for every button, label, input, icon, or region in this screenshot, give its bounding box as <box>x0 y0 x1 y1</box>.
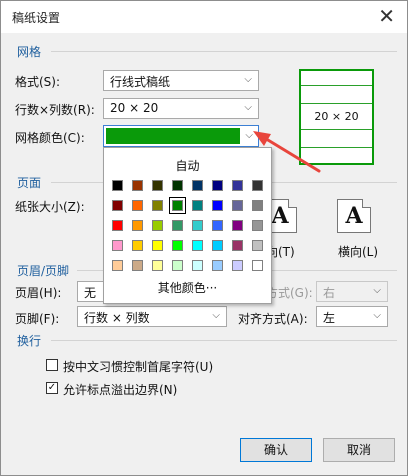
grid-preview: 20 × 20 <box>299 69 374 165</box>
color-swatch-option[interactable] <box>212 180 223 191</box>
preview-text: 20 × 20 <box>301 110 372 123</box>
title-bar: 稿纸设置 ✕ <box>1 1 407 33</box>
color-swatch-option[interactable] <box>252 260 263 271</box>
option1-label[interactable]: 按中文习惯控制首尾字符(U) <box>63 358 213 375</box>
preview-grid-line <box>301 147 372 148</box>
footer-select[interactable]: 行数 × 列数 ⌵ <box>77 306 227 327</box>
more-colors-option[interactable]: 其他颜色··· <box>104 279 271 296</box>
color-swatch-option[interactable] <box>192 200 203 211</box>
cancel-button[interactable]: 取消 <box>323 438 395 462</box>
color-swatch-option[interactable] <box>192 220 203 231</box>
header-align-select[interactable]: 右 ⌵ <box>316 281 388 302</box>
color-swatch-option[interactable] <box>172 180 183 191</box>
style-value: 行线式稿纸 <box>110 75 171 89</box>
chevron-down-icon: ⌵ <box>244 74 252 85</box>
option1-checkbox[interactable] <box>46 359 58 371</box>
color-swatch-option[interactable] <box>132 240 143 251</box>
preview-grid-line <box>301 103 372 104</box>
chevron-down-icon: ⌵ <box>244 102 252 113</box>
color-swatch-option[interactable] <box>152 220 163 231</box>
color-swatch-option[interactable] <box>132 200 143 211</box>
color-swatch-option[interactable] <box>152 200 163 211</box>
color-swatch-option[interactable] <box>132 180 143 191</box>
footer-align-select[interactable]: 左 ⌵ <box>316 306 388 327</box>
option2-checkbox[interactable]: ✓ <box>46 382 58 394</box>
color-swatch-option[interactable] <box>152 240 163 251</box>
chevron-down-icon: ⌵ <box>373 285 381 296</box>
color-swatch-option[interactable] <box>169 197 186 214</box>
preview-grid-line <box>301 85 372 86</box>
header-align-value: 右 <box>323 286 336 300</box>
footer-align-value: 左 <box>323 311 336 325</box>
footer-label: 页脚(F): <box>15 312 60 326</box>
preview-grid-line <box>301 129 372 130</box>
color-swatch-option[interactable] <box>112 260 123 271</box>
color-swatch-option[interactable] <box>132 260 143 271</box>
paper-size-label: 纸张大小(Z): <box>15 200 85 214</box>
section-title-page: 页面 <box>17 176 42 190</box>
grid-color-swatch <box>106 128 240 144</box>
header-label: 页眉(H): <box>15 286 62 300</box>
color-swatch-option[interactable] <box>232 200 243 211</box>
color-swatch-option[interactable] <box>212 200 223 211</box>
style-select[interactable]: 行线式稿纸 ⌵ <box>103 70 259 91</box>
color-swatch-option[interactable] <box>172 240 183 251</box>
auto-color-option[interactable]: 自动 <box>104 157 271 174</box>
color-swatch-option[interactable] <box>152 180 163 191</box>
color-swatch-option[interactable] <box>212 240 223 251</box>
section-title-grid: 网格 <box>17 45 42 59</box>
style-label: 格式(S): <box>15 75 61 89</box>
color-swatch-option[interactable] <box>172 220 183 231</box>
page-setup-dialog: 稿纸设置 ✕ 网格 格式(S): 行线式稿纸 ⌵ 行数×列数(R): 20 × … <box>0 0 408 476</box>
color-swatch-option[interactable] <box>112 220 123 231</box>
color-swatch-option[interactable] <box>192 180 203 191</box>
close-icon[interactable]: ✕ <box>378 5 395 27</box>
option2-label[interactable]: 允许标点溢出边界(N) <box>63 381 177 398</box>
color-swatch-option[interactable] <box>252 220 263 231</box>
window-title: 稿纸设置 <box>12 11 61 25</box>
color-swatch-option[interactable] <box>192 260 203 271</box>
header-value: 无 <box>84 286 97 300</box>
color-swatch-option[interactable] <box>132 220 143 231</box>
rows-cols-label: 行数×列数(R): <box>15 103 95 117</box>
chevron-down-icon: ⌵ <box>373 310 381 321</box>
color-swatch-option[interactable] <box>212 220 223 231</box>
footer-align-label: 对齐方式(A): <box>238 312 308 326</box>
color-swatch-option[interactable] <box>252 200 263 211</box>
color-swatch-option[interactable] <box>172 260 183 271</box>
color-swatch-option[interactable] <box>112 180 123 191</box>
color-dropdown: 自动 其他颜色··· <box>103 147 272 304</box>
color-swatch-option[interactable] <box>112 240 123 251</box>
footer-value: 行数 × 列数 <box>84 311 150 325</box>
landscape-orientation-icon[interactable]: A <box>337 199 371 233</box>
color-swatch-option[interactable] <box>152 260 163 271</box>
color-swatch-option[interactable] <box>232 240 243 251</box>
ok-button[interactable]: 确认 <box>240 438 312 462</box>
color-swatch-option[interactable] <box>192 240 203 251</box>
header-align-label: 方式(G): <box>266 286 313 300</box>
grid-color-label: 网格颜色(C): <box>15 131 85 145</box>
landscape-label[interactable]: 横向(L) <box>338 243 378 260</box>
grid-color-select[interactable]: ⌵ <box>103 125 259 147</box>
color-swatch-option[interactable] <box>252 180 263 191</box>
section-divider <box>51 51 397 52</box>
color-swatch-option[interactable] <box>252 240 263 251</box>
rows-cols-select[interactable]: 20 × 20 ⌵ <box>103 98 259 119</box>
rows-cols-value: 20 × 20 <box>110 101 159 115</box>
section-divider <box>51 340 397 341</box>
color-swatch-option[interactable] <box>232 260 243 271</box>
checkmark-icon: ✓ <box>47 382 57 393</box>
color-swatch-option[interactable] <box>232 220 243 231</box>
chevron-down-icon: ⌵ <box>212 310 220 321</box>
color-swatch-option[interactable] <box>212 260 223 271</box>
section-title-header-footer: 页眉/页脚 <box>17 264 70 278</box>
chevron-down-icon: ⌵ <box>245 130 253 141</box>
color-swatch-option[interactable] <box>112 200 123 211</box>
color-swatch-option[interactable] <box>232 180 243 191</box>
section-title-wrap: 换行 <box>17 334 42 348</box>
